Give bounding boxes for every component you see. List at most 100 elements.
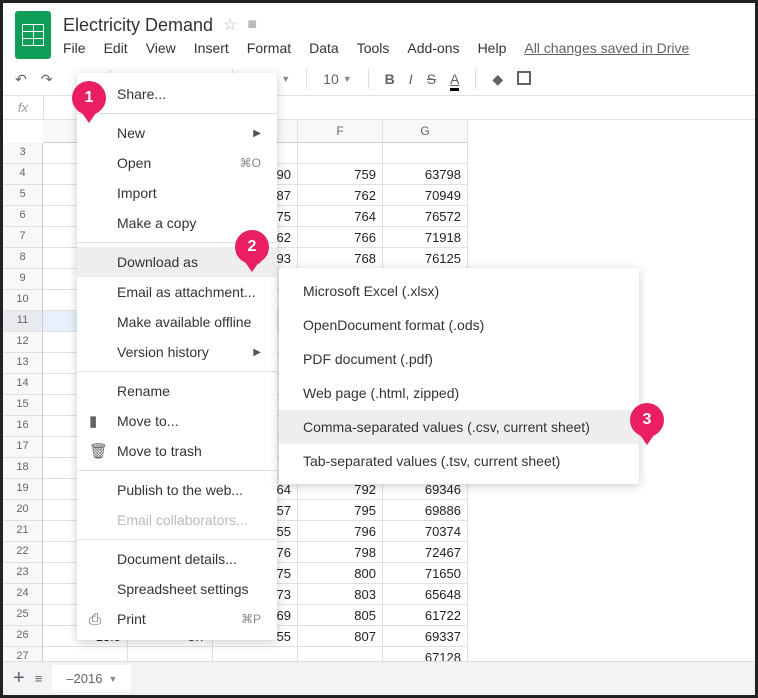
undo-icon[interactable]: ↶: [15, 71, 27, 88]
cell[interactable]: 795: [298, 500, 383, 521]
menu-edit[interactable]: Edit: [104, 40, 128, 56]
menu-doc-details[interactable]: Document details...: [77, 544, 277, 574]
row-header[interactable]: 12: [3, 332, 43, 353]
row-header[interactable]: 24: [3, 584, 43, 605]
menu-email-attachment[interactable]: Email as attachment...: [77, 277, 277, 307]
row-header[interactable]: 11: [3, 311, 43, 332]
cell[interactable]: 759: [298, 164, 383, 185]
add-sheet-button[interactable]: +: [13, 667, 25, 690]
row-header[interactable]: 9: [3, 269, 43, 290]
row-header[interactable]: 15: [3, 395, 43, 416]
submenu-tsv[interactable]: Tab-separated values (.tsv, current shee…: [279, 444, 639, 478]
row-header[interactable]: 16: [3, 416, 43, 437]
borders-button[interactable]: [517, 71, 531, 88]
cell[interactable]: 70374: [383, 521, 468, 542]
menu-insert[interactable]: Insert: [194, 40, 229, 56]
file-menu-dropdown: Share... New▶ Open⌘O Import Make a copy …: [77, 73, 277, 640]
menu-move-to-trash[interactable]: 🗑Move to trash: [77, 436, 277, 466]
cell[interactable]: 768: [298, 248, 383, 269]
row-header[interactable]: 19: [3, 479, 43, 500]
row-header[interactable]: 18: [3, 458, 43, 479]
menu-rename[interactable]: Rename: [77, 376, 277, 406]
cell[interactable]: 71650: [383, 563, 468, 584]
all-sheets-button[interactable]: ≡: [35, 671, 43, 686]
submenu-xlsx[interactable]: Microsoft Excel (.xlsx): [279, 274, 639, 308]
row-header[interactable]: 20: [3, 500, 43, 521]
cell[interactable]: 805: [298, 605, 383, 626]
italic-button[interactable]: I: [409, 71, 413, 87]
submenu-html[interactable]: Web page (.html, zipped): [279, 376, 639, 410]
cell[interactable]: 70949: [383, 185, 468, 206]
submenu-csv[interactable]: Comma-separated values (.csv, current sh…: [279, 410, 639, 444]
menu-move-to[interactable]: ▮Move to...: [77, 406, 277, 436]
cell[interactable]: 762: [298, 185, 383, 206]
cell[interactable]: 61722: [383, 605, 468, 626]
row-header[interactable]: 8: [3, 248, 43, 269]
doc-title[interactable]: Electricity Demand: [63, 15, 213, 36]
cell[interactable]: 63798: [383, 164, 468, 185]
column-header[interactable]: F: [298, 120, 383, 143]
strikethrough-button[interactable]: S: [427, 71, 436, 87]
cell[interactable]: 69886: [383, 500, 468, 521]
menu-addons[interactable]: Add-ons: [407, 40, 459, 56]
cell[interactable]: 796: [298, 521, 383, 542]
menu-view[interactable]: View: [146, 40, 176, 56]
sheet-tab[interactable]: –2016▼: [52, 665, 131, 692]
menu-open[interactable]: Open⌘O: [77, 148, 277, 178]
cell[interactable]: 76572: [383, 206, 468, 227]
submenu-pdf[interactable]: PDF document (.pdf): [279, 342, 639, 376]
submenu-ods[interactable]: OpenDocument format (.ods): [279, 308, 639, 342]
folder-icon[interactable]: ■: [247, 16, 257, 34]
menu-data[interactable]: Data: [309, 40, 339, 56]
save-status[interactable]: All changes saved in Drive: [524, 40, 689, 56]
row-header[interactable]: 23: [3, 563, 43, 584]
menu-print[interactable]: ⎙Print⌘P: [77, 604, 277, 634]
cell[interactable]: [383, 143, 468, 164]
row-header[interactable]: 7: [3, 227, 43, 248]
cell[interactable]: 766: [298, 227, 383, 248]
menu-format[interactable]: Format: [247, 40, 291, 56]
row-header[interactable]: 13: [3, 353, 43, 374]
row-header[interactable]: 10: [3, 290, 43, 311]
menu-version-history[interactable]: Version history▶: [77, 337, 277, 367]
cell[interactable]: 807: [298, 626, 383, 647]
menu-make-offline[interactable]: Make available offline: [77, 307, 277, 337]
row-header[interactable]: 4: [3, 164, 43, 185]
menu-publish[interactable]: Publish to the web...: [77, 475, 277, 505]
row-header[interactable]: 5: [3, 185, 43, 206]
row-header[interactable]: 25: [3, 605, 43, 626]
cell[interactable]: 803: [298, 584, 383, 605]
cell[interactable]: 71918: [383, 227, 468, 248]
column-header[interactable]: G: [383, 120, 468, 143]
cell[interactable]: [298, 143, 383, 164]
row-header[interactable]: 3: [3, 143, 43, 164]
star-icon[interactable]: ☆: [223, 15, 237, 35]
sheets-logo[interactable]: [15, 11, 51, 59]
menu-import[interactable]: Import: [77, 178, 277, 208]
menu-tools[interactable]: Tools: [357, 40, 390, 56]
row-header[interactable]: 21: [3, 521, 43, 542]
cell[interactable]: 76125: [383, 248, 468, 269]
text-color-button[interactable]: A: [450, 71, 459, 87]
menu-file[interactable]: File: [63, 40, 86, 56]
row-header[interactable]: 6: [3, 206, 43, 227]
menu-share[interactable]: Share...: [77, 79, 277, 109]
menu-help[interactable]: Help: [478, 40, 507, 56]
row-header[interactable]: 14: [3, 374, 43, 395]
cell[interactable]: 798: [298, 542, 383, 563]
row-header[interactable]: 26: [3, 626, 43, 647]
menu-spreadsheet-settings[interactable]: Spreadsheet settings: [77, 574, 277, 604]
bold-button[interactable]: B: [385, 71, 395, 87]
folder-icon: ▮: [89, 412, 97, 430]
font-size-select[interactable]: 10▼: [323, 71, 352, 87]
row-header[interactable]: 17: [3, 437, 43, 458]
menu-new[interactable]: New▶: [77, 118, 277, 148]
cell[interactable]: 764: [298, 206, 383, 227]
row-header[interactable]: 22: [3, 542, 43, 563]
cell[interactable]: 65648: [383, 584, 468, 605]
cell[interactable]: 69337: [383, 626, 468, 647]
fill-color-button[interactable]: ◆: [492, 71, 503, 88]
cell[interactable]: 800: [298, 563, 383, 584]
cell[interactable]: 72467: [383, 542, 468, 563]
redo-icon[interactable]: ↷: [41, 71, 53, 88]
